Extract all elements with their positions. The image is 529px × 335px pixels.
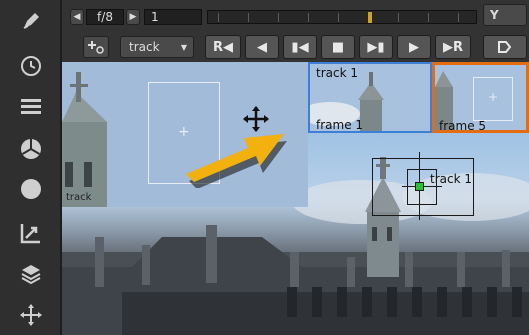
thumb-1-caption: frame 1 [316,118,364,132]
graph-edit-icon[interactable] [13,220,49,246]
color-wheel-icon[interactable] [13,136,49,162]
step-forward-button[interactable]: ▶▮ [359,35,393,59]
orange-arrow [186,134,287,188]
step-backward-button[interactable]: ▮◀ [283,35,317,59]
track-mode-select[interactable]: track ▼ [120,36,194,58]
thumb-5-crosshair: + [488,90,499,104]
thumb-1-title: track 1 [316,66,358,80]
chevron-down-icon: ▼ [180,42,187,52]
prev-frame-small-button[interactable]: ◀ [70,9,84,25]
frame-display-select[interactable]: f/8 [86,9,124,25]
tracker-label: track 1 [430,172,472,186]
track-to-start-button[interactable]: R◀ [205,35,241,59]
frame-number-input[interactable]: 1 [144,9,202,25]
keyframe-thumbnail-5[interactable]: + frame 5 [432,62,529,133]
next-frame-small-button[interactable]: ▶ [126,9,140,25]
playhead[interactable] [368,12,372,23]
keyframe-icon [498,41,512,53]
add-track-icon [88,41,104,54]
thumb-5-caption: frame 5 [439,119,487,133]
track-forward-button[interactable]: ▶ [397,35,431,59]
viewer-canvas[interactable]: + track track 1 frame 1 + frame 5 track … [62,62,529,335]
stack-icon[interactable] [13,261,49,287]
track-mode-label: track [129,40,160,54]
viewer-toolbar: ◀ f/8 ▶ 1 Y track ▼ R◀ ◀ ▮◀ ■ ▶▮ ▶ ▶R [62,0,529,62]
transport-row: track ▼ R◀ ◀ ▮◀ ■ ▶▮ ▶ ▶R [62,32,529,62]
track-backward-button[interactable]: ◀ [245,35,279,59]
y-button[interactable]: Y [483,4,527,26]
track-to-end-button[interactable]: ▶R [435,35,471,59]
zoom-window-label: track [66,192,92,203]
keyframe-button[interactable] [483,35,527,59]
tool-sidebar [0,0,62,335]
timeline-row: ◀ f/8 ▶ 1 Y [62,0,529,30]
add-track-button[interactable] [83,36,109,58]
keyframe-thumbnail-1[interactable]: track 1 frame 1 [308,62,432,133]
circle-icon[interactable] [13,176,49,202]
clock-icon[interactable] [13,53,49,79]
layers-menu-icon[interactable] [13,94,49,120]
timeline-bar[interactable] [207,10,477,24]
y-label: Y [490,8,499,22]
stop-button[interactable]: ■ [321,35,355,59]
tracker-center-handle[interactable] [415,182,424,191]
move-icon[interactable] [13,302,49,328]
pen-icon[interactable] [13,8,49,34]
